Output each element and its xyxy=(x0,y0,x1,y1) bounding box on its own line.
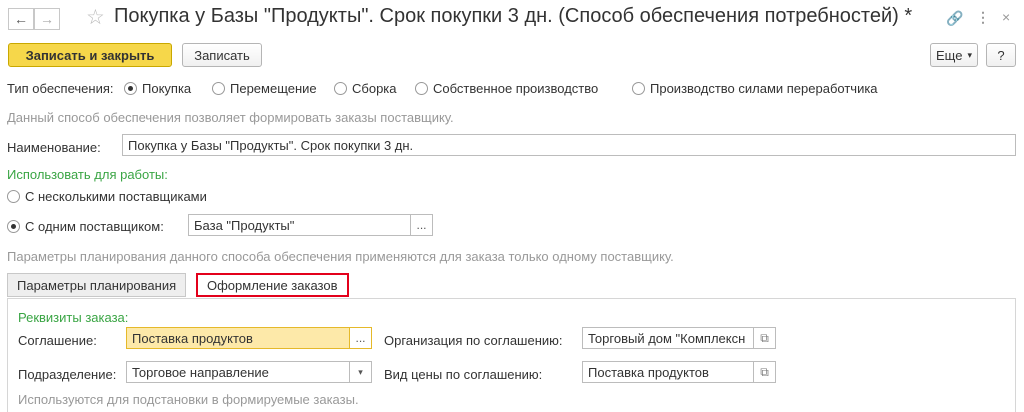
org-input[interactable]: Торговый дом "Комплексн xyxy=(582,327,754,349)
supply-type-label: Тип обеспечения: xyxy=(7,81,114,96)
chevron-down-icon: ▾ xyxy=(967,49,972,60)
link-icon[interactable]: 🔗 xyxy=(946,10,963,27)
ellipsis-icon: ... xyxy=(355,331,366,345)
radio-many-suppliers[interactable]: С несколькими поставщиками xyxy=(7,189,207,204)
more-label: Еще xyxy=(936,47,963,63)
chevron-down-icon: ▾ xyxy=(358,366,363,377)
radio-on-icon xyxy=(7,220,20,233)
name-label: Наименование: xyxy=(7,140,101,155)
radio-on-icon xyxy=(124,82,137,95)
radio-label: Покупка xyxy=(142,81,192,96)
radio-transfer[interactable]: Перемещение xyxy=(212,81,317,96)
order-details-heading: Реквизиты заказа: xyxy=(18,310,129,325)
help-button[interactable]: ? xyxy=(986,43,1016,67)
radio-label: Перемещение xyxy=(230,81,317,96)
arrow-left-icon: ← xyxy=(14,11,28,27)
division-dropdown-button[interactable]: ▾ xyxy=(350,361,372,383)
usage-hint: Параметры планирования данного способа о… xyxy=(7,249,674,264)
name-input[interactable]: Покупка у Базы "Продукты". Срок покупки … xyxy=(122,134,1016,156)
radio-off-icon xyxy=(212,82,225,95)
close-icon[interactable]: × xyxy=(1002,9,1010,25)
radio-own-production[interactable]: Собственное производство xyxy=(415,81,598,96)
radio-label: С несколькими поставщиками xyxy=(25,189,207,204)
order-details-hint: Используются для подстановки в формируем… xyxy=(18,392,359,407)
radio-off-icon xyxy=(632,82,645,95)
radio-one-supplier[interactable]: С одним поставщиком: xyxy=(7,219,164,234)
supplier-input[interactable]: База "Продукты" xyxy=(188,214,411,236)
tab-order-formatting[interactable]: Оформление заказов xyxy=(196,273,349,297)
radio-purchase[interactable]: Покупка xyxy=(124,81,191,96)
division-input[interactable]: Торговое направление xyxy=(126,361,350,383)
radio-label: С одним поставщиком: xyxy=(25,219,164,234)
radio-off-icon xyxy=(334,82,347,95)
open-icon[interactable]: ⧉ xyxy=(754,327,776,349)
agreement-select-button[interactable]: ... xyxy=(350,327,372,349)
forward-button[interactable]: → xyxy=(34,8,60,30)
org-label: Организация по соглашению: xyxy=(384,333,563,348)
tab-planning-params[interactable]: Параметры планирования xyxy=(7,273,187,297)
more-vertical-icon[interactable]: ⋮ xyxy=(976,9,990,26)
usage-heading: Использовать для работы: xyxy=(7,167,168,182)
agreement-label: Соглашение: xyxy=(18,333,97,348)
star-outline-icon[interactable]: ☆ xyxy=(86,5,105,30)
agreement-input[interactable]: Поставка продуктов xyxy=(126,327,350,349)
division-label: Подразделение: xyxy=(18,367,117,382)
arrow-right-icon: → xyxy=(40,11,54,27)
save-and-close-button[interactable]: Записать и закрыть xyxy=(8,43,172,67)
more-button[interactable]: Еще ▾ xyxy=(930,43,978,67)
page-title: Покупка у Базы "Продукты". Срок покупки … xyxy=(114,5,913,27)
supplier-select-button[interactable]: ... xyxy=(411,214,433,236)
radio-off-icon xyxy=(415,82,428,95)
radio-label: Сборка xyxy=(352,81,397,96)
radio-label: Собственное производство xyxy=(433,81,599,96)
ellipsis-icon: ... xyxy=(416,218,427,232)
price-type-label: Вид цены по соглашению: xyxy=(384,367,543,382)
supply-type-hint: Данный способ обеспечения позволяет форм… xyxy=(7,110,454,125)
save-button[interactable]: Записать xyxy=(182,43,262,67)
back-button[interactable]: ← xyxy=(8,8,34,30)
price-type-input[interactable]: Поставка продуктов xyxy=(582,361,754,383)
radio-assembly[interactable]: Сборка xyxy=(334,81,397,96)
radio-label: Производство силами переработчика xyxy=(650,81,878,96)
open-icon[interactable]: ⧉ xyxy=(754,361,776,383)
radio-off-icon xyxy=(7,190,20,203)
radio-contract-production[interactable]: Производство силами переработчика xyxy=(632,81,878,96)
